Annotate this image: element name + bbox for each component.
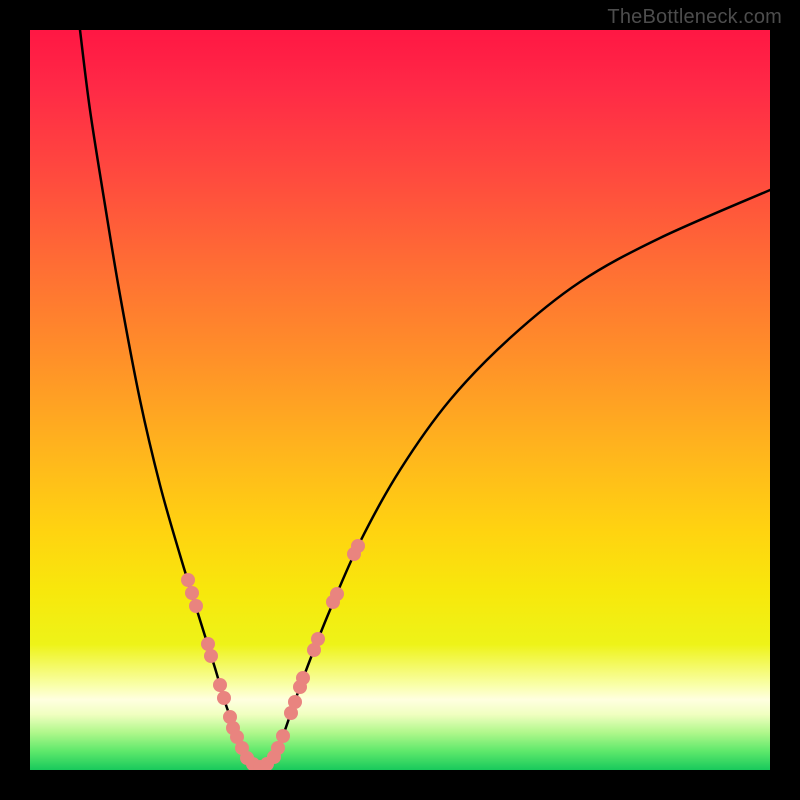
data-dot xyxy=(217,691,231,705)
data-dot xyxy=(181,573,195,587)
plot-area xyxy=(30,30,770,770)
chart-svg xyxy=(30,30,770,770)
data-dot xyxy=(189,599,203,613)
data-dot xyxy=(271,741,285,755)
data-dot xyxy=(311,632,325,646)
chart-frame: TheBottleneck.com xyxy=(0,0,800,800)
data-dot xyxy=(351,539,365,553)
data-dot xyxy=(204,649,218,663)
data-dot xyxy=(213,678,227,692)
data-dot xyxy=(330,587,344,601)
data-dot xyxy=(185,586,199,600)
data-dot xyxy=(288,695,302,709)
data-dot xyxy=(276,729,290,743)
data-dot xyxy=(296,671,310,685)
data-dot xyxy=(201,637,215,651)
watermark-text: TheBottleneck.com xyxy=(607,6,782,29)
